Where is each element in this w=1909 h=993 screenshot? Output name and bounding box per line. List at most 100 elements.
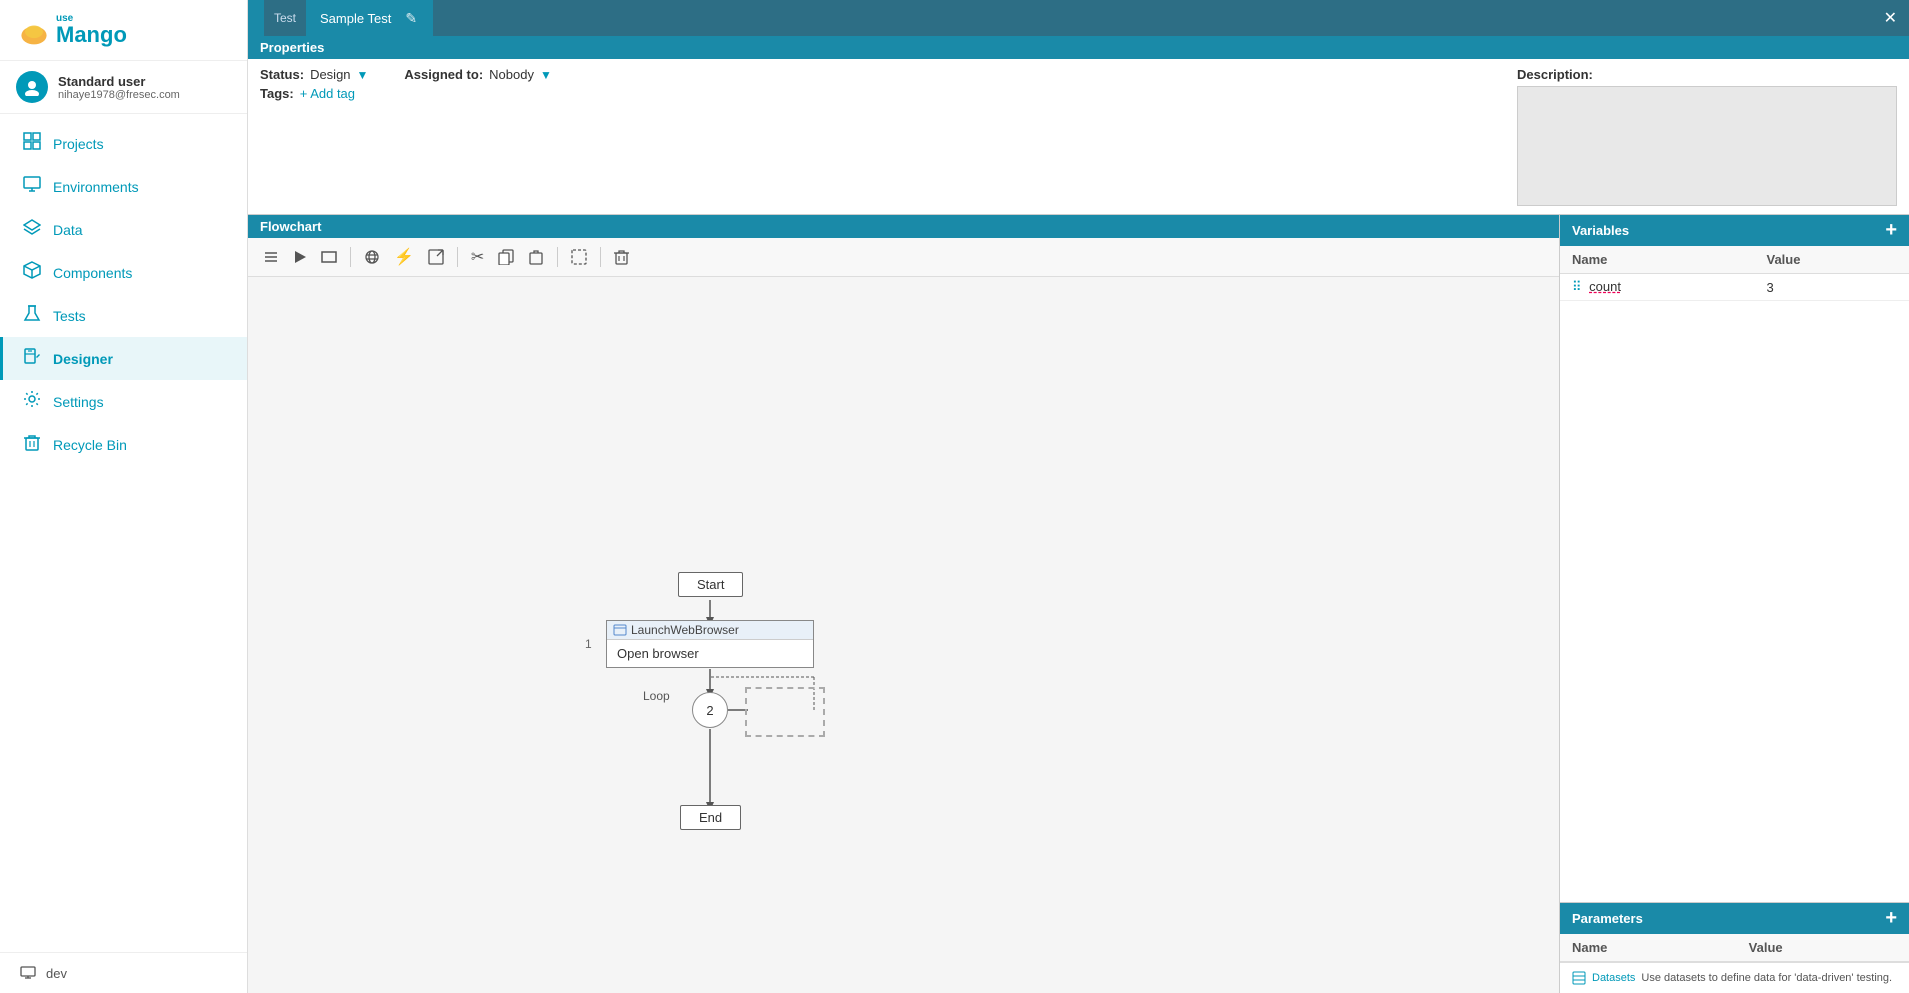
rect-button[interactable] [316,248,342,266]
sidebar-item-components-label: Components [53,265,132,281]
datasets-desc: Use datasets to define data for 'data-dr… [1641,972,1892,984]
toolbar-sep-1 [350,247,351,267]
sidebar-item-designer-label: Designer [53,351,113,367]
tags-label: Tags: [260,86,294,101]
fc-dashed-box[interactable] [745,687,825,737]
status-dropdown[interactable]: ▼ [357,68,369,82]
assigned-value: Nobody [489,67,534,82]
browser-icon [613,623,627,637]
fc-node-1-body: Open browser [607,640,813,667]
paste-button[interactable] [523,246,549,268]
sidebar-item-recycle[interactable]: Recycle Bin [0,423,247,466]
test-tab[interactable]: Test Sample Test ✎ [248,0,434,36]
variables-table: Name Value ⠿ count 3 [1560,246,1909,301]
play-button[interactable] [288,247,312,267]
sidebar-item-environments[interactable]: Environments [0,165,247,208]
fc-start-node[interactable]: Start [678,572,743,597]
copy-button[interactable] [493,246,519,268]
sidebar-item-data-label: Data [53,222,83,238]
right-panel: Variables + Name Value ⠿ [1559,215,1909,993]
parameters-col-value: Value [1737,934,1909,962]
sidebar-item-settings-label: Settings [53,394,104,410]
fc-end-node[interactable]: End [680,805,741,830]
box-icon [23,261,41,284]
edit-icon [23,347,41,370]
variable-name-count: ⠿ count [1560,274,1754,301]
properties-right: Description: [1517,67,1897,206]
sidebar-item-data[interactable]: Data [0,208,247,251]
sidebar-item-environments-label: Environments [53,179,139,195]
panel-footer: Datasets Use datasets to define data for… [1560,962,1909,993]
avatar [16,71,48,103]
sidebar-bottom: dev [0,952,247,993]
align-button[interactable] [258,246,284,268]
toolbar-sep-3 [557,247,558,267]
monitor-icon [23,175,41,198]
variables-col-value: Value [1754,246,1909,274]
variables-col-name: Name [1560,246,1754,274]
add-parameter-button[interactable]: + [1885,907,1897,930]
variables-tbody: ⠿ count 3 [1560,274,1909,301]
sidebar-item-projects[interactable]: Projects [0,122,247,165]
user-name: Standard user [58,74,180,89]
logo-icon [16,12,52,48]
variables-section: Variables + Name Value ⠿ [1560,215,1909,902]
sidebar-item-settings[interactable]: Settings [0,380,247,423]
parameters-section: Parameters + Name Value [1560,902,1909,962]
content-area: Flowchart ⚡ [248,215,1909,993]
parameters-table: Name Value [1560,934,1909,962]
variable-value-count: 3 [1754,274,1909,301]
parameters-col-name: Name [1560,934,1737,962]
variables-header: Variables + [1560,215,1909,246]
datasets-link[interactable]: Datasets [1592,972,1635,984]
logo-mango: Mango [56,24,127,46]
toolbar-sep-2 [457,247,458,267]
gear-icon [23,390,41,413]
add-variable-button[interactable]: + [1885,219,1897,242]
sidebar-item-projects-label: Projects [53,136,104,152]
layers-icon [23,218,41,241]
fc-loop-circle[interactable]: 2 [692,692,728,728]
variable-icon: ⠿ [1572,279,1582,294]
wrap-button[interactable] [566,246,592,268]
fc-node-1[interactable]: LaunchWebBrowser Open browser 1 [606,620,814,668]
environment-label: dev [46,966,67,981]
parameters-header: Parameters + [1560,903,1909,934]
assigned-label: Assigned to: [404,67,483,82]
cut-button[interactable]: ✂ [466,244,489,270]
description-label: Description: [1517,67,1897,82]
main-content: Test Sample Test ✎ ✕ Properties Status: … [248,0,1909,993]
globe-button[interactable] [359,246,385,268]
user-profile[interactable]: Standard user nihaye1978@fresec.com [0,61,247,114]
sidebar-item-components[interactable]: Components [0,251,247,294]
monitor-small-icon [20,965,36,981]
sidebar-item-tests[interactable]: Tests [0,294,247,337]
delete-button[interactable] [609,246,634,268]
close-button[interactable]: ✕ [1884,8,1909,28]
tab-bar: Test Sample Test ✎ ✕ [248,0,1909,36]
variable-name-label: count [1589,279,1621,294]
logo: use Mango [0,0,247,61]
tab-edit-icon[interactable]: ✎ [405,10,417,27]
assigned-dropdown[interactable]: ▼ [540,68,552,82]
flowchart-canvas[interactable]: Start LaunchWebBrowser Open browser 1 [248,277,1559,993]
sidebar-item-designer[interactable]: Designer [0,337,247,380]
variable-row-count[interactable]: ⠿ count 3 [1560,274,1909,301]
user-info: Standard user nihaye1978@fresec.com [58,74,180,101]
fc-node-1-number: 1 [585,637,592,651]
toolbar-sep-4 [600,247,601,267]
status-row: Status: Design ▼ Assigned to: Nobody ▼ [260,67,1493,82]
lightning-button[interactable]: ⚡ [389,244,419,270]
export-button[interactable] [423,246,449,268]
flask-icon [23,304,41,327]
sidebar-item-recycle-label: Recycle Bin [53,437,127,453]
properties-left: Status: Design ▼ Assigned to: Nobody ▼ T… [260,67,1493,105]
description-field[interactable] [1517,86,1897,206]
sidebar-nav: Projects Environments Data Components Te… [0,114,247,952]
add-tag-button[interactable]: + Add tag [300,86,355,101]
sidebar-item-tests-label: Tests [53,308,86,324]
flowchart-wrapper: Flowchart ⚡ [248,215,1559,993]
fc-node-1-header: LaunchWebBrowser [607,621,813,640]
status-label: Status: [260,67,304,82]
datasets-icon [1572,971,1586,985]
